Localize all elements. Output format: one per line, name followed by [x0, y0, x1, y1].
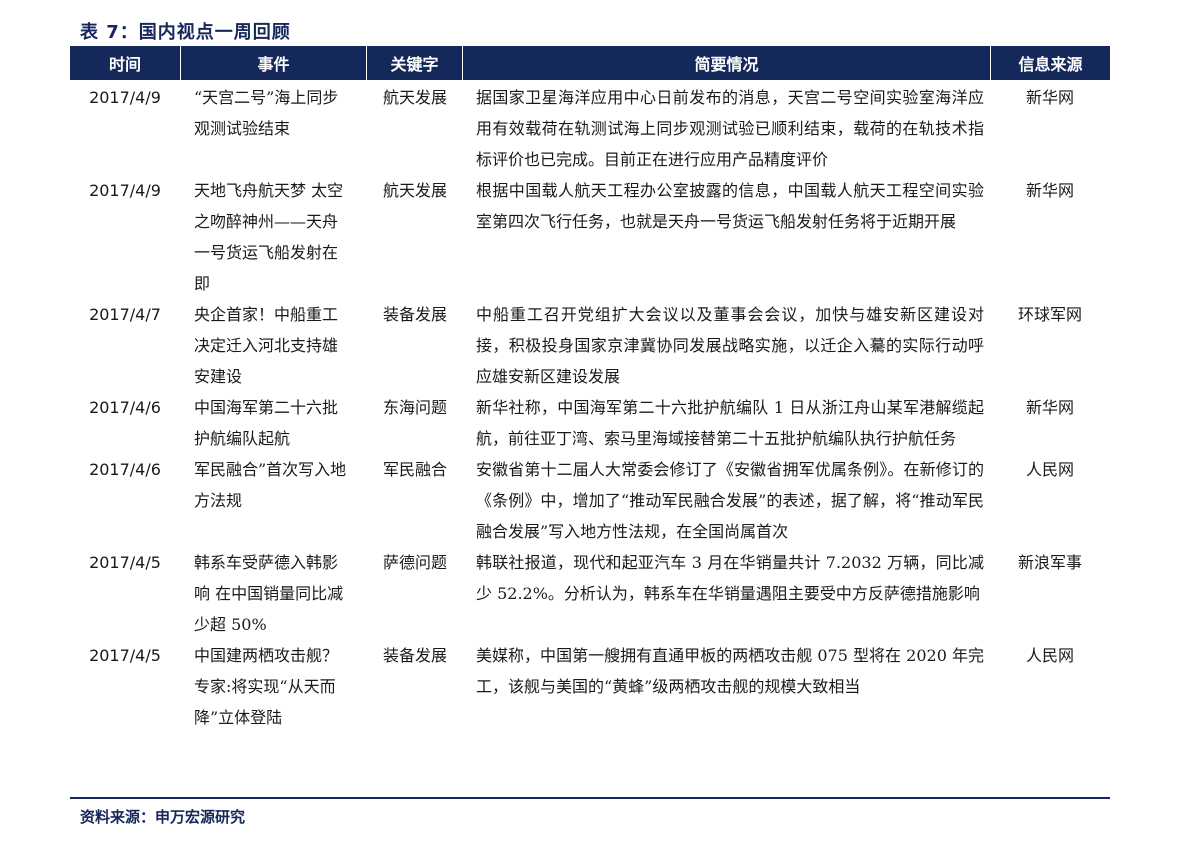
row-source: 新浪军事: [1017, 553, 1082, 572]
source-note: 资料来源：申万宏源研究: [80, 808, 246, 826]
row-summary: 美媒称，中国第一艘拥有直通甲板的两栖攻击舰 075 型将在 2020 年完工，该…: [476, 646, 984, 696]
header-time: 时间: [108, 55, 141, 74]
row-summary: 新华社称，中国海军第二十六批护航编队 1 日从浙江舟山某军港解缆起航，前往亚丁湾…: [476, 398, 984, 448]
table-row: 2017/4/7 央企首家！中船重工决定迁入河北支持雄安建设 装备发展 中船重工…: [70, 299, 1110, 392]
row-summary: 中船重工召开党组扩大会议以及董事会会议，加快与雄安新区建设对接，积极投身国家京津…: [476, 305, 984, 386]
table-body: 2017/4/9 “天宫二号”海上同步观测试验结束 航天发展 据国家卫星海洋应用…: [70, 80, 1110, 733]
row-event: 天地飞舟航天梦 太空之吻醉神州——天舟一号货运飞船发射在即: [194, 181, 344, 293]
header-summary: 简要情况: [462, 46, 990, 80]
row-summary: 韩联社报道，现代和起亚汽车 3 月在华销量共计 7.2032 万辆，同比减少 5…: [476, 553, 984, 603]
table-row: 2017/4/5 中国建两栖攻击舰？专家:将实现“从天而降”立体登陆 装备发展 …: [70, 640, 1110, 733]
table-header: 时间 事件 关键字 简要情况 信息来源: [70, 46, 1110, 80]
row-keyword: 萨德问题: [382, 553, 447, 572]
row-source: 新华网: [1025, 398, 1074, 417]
row-keyword: 航天发展: [382, 88, 447, 107]
row-event: 中国建两栖攻击舰？专家:将实现“从天而降”立体登陆: [194, 646, 339, 727]
row-summary: 据国家卫星海洋应用中心日前发布的消息，天宫二号空间实验室海洋应用有效载荷在轨测试…: [476, 88, 984, 169]
row-keyword: 装备发展: [382, 646, 447, 665]
row-source: 人民网: [1025, 460, 1074, 479]
table-bottom-rule: [70, 797, 1110, 799]
row-date: 2017/4/6: [89, 398, 161, 417]
row-source: 环球军网: [1017, 305, 1082, 324]
table-title: 表 7：国内视点一周回顾: [80, 22, 291, 43]
row-keyword: 装备发展: [382, 305, 447, 324]
row-event: 央企首家！中船重工决定迁入河北支持雄安建设: [194, 305, 339, 386]
row-date: 2017/4/5: [89, 553, 161, 572]
header-keyword: 关键字: [366, 46, 462, 80]
table-row: 2017/4/6 中国海军第二十六批护航编队起航 东海问题 新华社称，中国海军第…: [70, 392, 1110, 454]
news-table: 时间 事件 关键字 简要情况 信息来源 2017/4/9 “天宫二号”海上同步观…: [70, 46, 1110, 733]
table-row: 2017/4/6 军民融合”首次写入地方法规 军民融合 安徽省第十二届人大常委会…: [70, 454, 1110, 547]
table-row: 2017/4/9 天地飞舟航天梦 太空之吻醉神州——天舟一号货运飞船发射在即 航…: [70, 175, 1110, 299]
row-keyword: 航天发展: [382, 181, 447, 200]
row-keyword: 军民融合: [382, 460, 447, 479]
row-date: 2017/4/5: [89, 646, 161, 665]
header-source: 信息来源: [990, 46, 1110, 80]
row-source: 新华网: [1025, 88, 1074, 107]
row-summary: 根据中国载人航天工程办公室披露的信息，中国载人航天工程空间实验室第四次飞行任务，…: [476, 181, 984, 231]
row-event: “天宫二号”海上同步观测试验结束: [194, 88, 339, 138]
header-event: 事件: [180, 46, 366, 80]
row-date: 2017/4/9: [89, 181, 161, 200]
row-event: 军民融合”首次写入地方法规: [194, 460, 347, 510]
row-event: 中国海军第二十六批护航编队起航: [194, 398, 339, 448]
row-keyword: 东海问题: [382, 398, 447, 417]
row-summary: 安徽省第十二届人大常委会修订了《安徽省拥军优属条例》。在新修订的《条例》中，增加…: [476, 460, 984, 541]
row-source: 人民网: [1025, 646, 1074, 665]
row-date: 2017/4/9: [89, 88, 161, 107]
row-date: 2017/4/7: [89, 305, 161, 324]
table-row: 2017/4/5 韩系车受萨德入韩影响 在中国销量同比减少超 50% 萨德问题 …: [70, 547, 1110, 640]
row-event: 韩系车受萨德入韩影响 在中国销量同比减少超 50%: [194, 553, 344, 634]
row-source: 新华网: [1025, 181, 1074, 200]
table-row: 2017/4/9 “天宫二号”海上同步观测试验结束 航天发展 据国家卫星海洋应用…: [70, 82, 1110, 175]
row-date: 2017/4/6: [89, 460, 161, 479]
